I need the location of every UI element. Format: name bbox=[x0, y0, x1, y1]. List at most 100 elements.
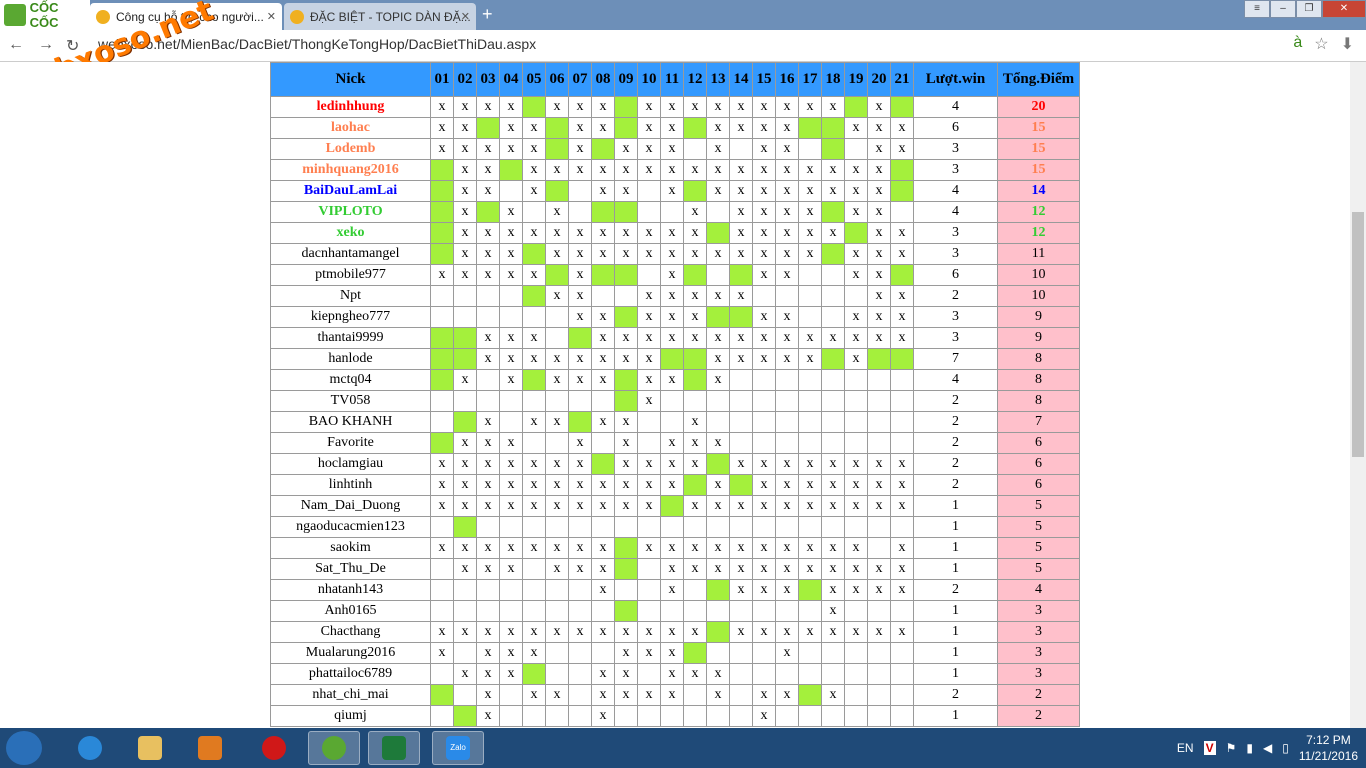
total-cell: 14 bbox=[997, 180, 1080, 202]
day-cell-hit bbox=[614, 264, 638, 286]
day-cell-empty bbox=[568, 642, 592, 664]
day-cell-hit bbox=[614, 96, 638, 118]
excel-icon[interactable] bbox=[368, 731, 420, 765]
scrollbar-thumb[interactable] bbox=[1352, 212, 1364, 457]
opera-icon[interactable] bbox=[248, 731, 300, 765]
wins-cell: 1 bbox=[913, 642, 998, 664]
coccoc-taskbar-icon[interactable] bbox=[308, 731, 360, 765]
day-cell-empty bbox=[867, 369, 891, 391]
day-cell-miss: x bbox=[499, 621, 523, 643]
day-cell-miss: x bbox=[637, 684, 661, 706]
day-cell-empty bbox=[821, 705, 845, 727]
day-cell-miss: x bbox=[867, 474, 891, 496]
nick-cell: qiumj bbox=[270, 705, 431, 727]
day-cell-hit bbox=[706, 453, 730, 475]
day-cell-hit bbox=[890, 159, 914, 181]
day-cell-miss: x bbox=[798, 327, 822, 349]
day-cell-miss: x bbox=[775, 243, 799, 265]
day-cell-miss: x bbox=[752, 180, 776, 202]
star-icon[interactable]: ☆ bbox=[1314, 34, 1328, 54]
day-cell-hit bbox=[591, 138, 615, 160]
media-player-icon[interactable] bbox=[184, 731, 236, 765]
close-icon[interactable]: ✕ bbox=[461, 10, 470, 23]
day-cell-empty bbox=[499, 516, 523, 538]
day-cell-miss: x bbox=[729, 117, 753, 139]
day-cell-hit bbox=[430, 327, 454, 349]
day-cell-empty bbox=[476, 390, 500, 412]
nick-cell: ptmobile977 bbox=[270, 264, 431, 286]
day-cell-hit bbox=[683, 474, 707, 496]
network-icon[interactable]: ▮ bbox=[1246, 741, 1253, 755]
download-icon[interactable]: ⬇ bbox=[1341, 34, 1354, 54]
forward-icon[interactable]: → bbox=[38, 36, 54, 54]
nick-cell: saokim bbox=[270, 537, 431, 559]
day-cell-empty bbox=[683, 600, 707, 622]
minimize-icon[interactable]: – bbox=[1270, 0, 1296, 18]
day-cell-empty bbox=[453, 285, 477, 307]
day-cell-miss: x bbox=[752, 684, 776, 706]
day-cell-miss: x bbox=[706, 369, 730, 391]
back-icon[interactable]: ← bbox=[8, 36, 24, 54]
day-cell-empty bbox=[890, 642, 914, 664]
day-cell-miss: x bbox=[476, 474, 500, 496]
day-cell-empty bbox=[568, 705, 592, 727]
clock-time: 7:12 PM bbox=[1306, 733, 1351, 747]
table-row: BAO KHANH x x x x x x 2 7 bbox=[270, 411, 1080, 433]
browser-brand[interactable]: CỐC CỐC bbox=[0, 0, 90, 30]
day-cell-empty bbox=[430, 516, 454, 538]
day-cell-miss: x bbox=[545, 369, 569, 391]
language-indicator[interactable]: EN bbox=[1177, 741, 1194, 755]
close-window-icon[interactable]: ✕ bbox=[1322, 0, 1366, 18]
volume-icon[interactable]: ◀ bbox=[1263, 741, 1272, 755]
total-cell: 5 bbox=[997, 516, 1080, 538]
table-row: Nam_Dai_Duong x x x x x x x x x x x x x x x x x x x x 1 5 bbox=[270, 495, 1080, 517]
tab-dac-biet[interactable]: ĐẶC BIỆT - TOPIC DÀN ĐẶ... ✕ bbox=[284, 3, 476, 30]
flag-icon[interactable]: ⚑ bbox=[1226, 741, 1237, 755]
day-cell-miss: x bbox=[706, 474, 730, 496]
day-cell-hit bbox=[614, 369, 638, 391]
day-cell-miss: x bbox=[614, 180, 638, 202]
zalo-icon[interactable]: Zalo bbox=[432, 731, 484, 765]
day-cell-miss: x bbox=[821, 495, 845, 517]
close-icon[interactable]: ✕ bbox=[267, 10, 276, 23]
day-cell-hit bbox=[798, 579, 822, 601]
day-cell-empty bbox=[591, 390, 615, 412]
antivirus-icon[interactable]: V bbox=[1203, 741, 1216, 755]
day-cell-miss: x bbox=[752, 117, 776, 139]
ie-icon[interactable] bbox=[64, 731, 116, 765]
menu-icon[interactable]: ≡ bbox=[1244, 0, 1270, 18]
table-row: Favorite x x x x x x x x 2 6 bbox=[270, 432, 1080, 454]
start-button[interactable] bbox=[6, 731, 42, 765]
day-cell-empty bbox=[729, 369, 753, 391]
battery-icon[interactable]: ▯ bbox=[1282, 741, 1289, 755]
day-cell-miss: x bbox=[453, 495, 477, 517]
nick-cell: nhatanh143 bbox=[270, 579, 431, 601]
new-tab-icon[interactable]: + bbox=[482, 4, 493, 25]
nick-cell: phattailoc6789 bbox=[270, 663, 431, 685]
clock[interactable]: 7:12 PM 11/21/2016 bbox=[1299, 732, 1358, 764]
day-cell-hit bbox=[614, 390, 638, 412]
day-cell-miss: x bbox=[775, 558, 799, 580]
translate-icon[interactable]: à bbox=[1293, 34, 1302, 54]
day-cell-miss: x bbox=[476, 558, 500, 580]
day-cell-miss: x bbox=[476, 705, 500, 727]
nick-cell: xeko bbox=[270, 222, 431, 244]
restore-icon[interactable]: ❐ bbox=[1296, 0, 1322, 18]
day-cell-empty bbox=[844, 642, 868, 664]
day-cell-empty bbox=[499, 285, 523, 307]
day-cell-miss: x bbox=[499, 327, 523, 349]
day-cell-empty bbox=[545, 600, 569, 622]
day-cell-miss: x bbox=[729, 453, 753, 475]
day-cell-hit bbox=[683, 348, 707, 370]
day-cell-hit bbox=[614, 537, 638, 559]
day-cell-empty bbox=[568, 516, 592, 538]
explorer-icon[interactable] bbox=[124, 731, 176, 765]
day-cell-empty bbox=[821, 390, 845, 412]
day-cell-hit bbox=[706, 306, 730, 328]
table-row: kiepngheo777 x x x x x x x x x x 3 9 bbox=[270, 306, 1080, 328]
total-cell: 3 bbox=[997, 663, 1080, 685]
total-cell: 6 bbox=[997, 474, 1080, 496]
day-cell-empty bbox=[844, 138, 868, 160]
vertical-scrollbar[interactable] bbox=[1350, 62, 1366, 728]
day-cell-empty bbox=[867, 390, 891, 412]
